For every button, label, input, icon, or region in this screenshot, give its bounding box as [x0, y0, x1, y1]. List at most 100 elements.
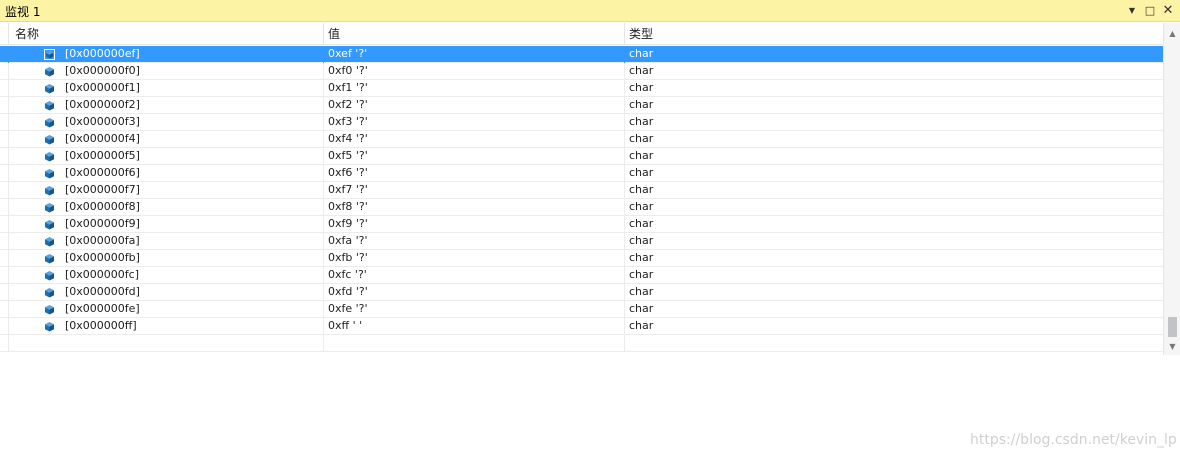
row-name: [0x000000f0]: [8, 63, 323, 80]
variable-cube-icon: [45, 118, 54, 128]
column-header-type[interactable]: 类型: [624, 23, 1163, 45]
table-row[interactable]: [0x000000f1] 0xf1 '?' char: [0, 80, 1163, 97]
row-type: char: [624, 165, 1162, 182]
variable-cube-icon: [45, 67, 54, 77]
table-row[interactable]: [0x000000f6] 0xf6 '?' char: [0, 165, 1163, 182]
variable-cube-icon: [45, 186, 54, 196]
variable-cube-icon: [45, 203, 54, 213]
row-name: [0x000000ef]: [8, 46, 323, 63]
watch-window-titlebar: 监视 1 ▼ □ ✕: [0, 0, 1180, 22]
row-name: [0x000000f8]: [8, 199, 323, 216]
row-name: [0x000000fa]: [8, 233, 323, 250]
row-value[interactable]: 0xf3 '?': [323, 114, 624, 131]
row-name: [0x000000f1]: [8, 80, 323, 97]
row-value[interactable]: 0xfd '?': [323, 284, 624, 301]
maximize-icon[interactable]: □: [1142, 3, 1158, 19]
variable-cube-icon: [45, 254, 54, 264]
table-row[interactable]: [0x000000f7] 0xf7 '?' char: [0, 182, 1163, 199]
table-row[interactable]: [0x000000ef] 0xef '?' char: [0, 46, 1163, 63]
watermark: https://blog.csdn.net/kevin_lp: [970, 432, 1177, 448]
table-row[interactable]: [0x000000f2] 0xf2 '?' char: [0, 97, 1163, 114]
row-type: char: [624, 97, 1162, 114]
row-name: [0x000000fd]: [8, 284, 323, 301]
window-title: 监视 1: [5, 5, 41, 19]
row-name: [0x000000ff]: [8, 318, 323, 335]
column-header-value[interactable]: 值: [323, 23, 624, 45]
table-row[interactable]: [0x000000f3] 0xf3 '?' char: [0, 114, 1163, 131]
row-type: char: [624, 233, 1162, 250]
row-name: [0x000000f4]: [8, 131, 323, 148]
row-name: [0x000000f5]: [8, 148, 323, 165]
row-type: char: [624, 284, 1162, 301]
row-value[interactable]: 0xfc '?': [323, 267, 624, 284]
row-value[interactable]: 0xf1 '?': [323, 80, 624, 97]
row-value[interactable]: 0xf7 '?': [323, 182, 624, 199]
row-type: char: [624, 148, 1162, 165]
row-value[interactable]: 0xf2 '?': [323, 97, 624, 114]
table-row[interactable]: [0x000000f9] 0xf9 '?' char: [0, 216, 1163, 233]
variable-cube-icon: [45, 135, 54, 145]
column-header: 名称 值 类型: [0, 23, 1163, 45]
row-value[interactable]: 0xf6 '?': [323, 165, 624, 182]
variable-cube-icon: [45, 271, 54, 281]
row-type: char: [624, 80, 1162, 97]
row-type: char: [624, 46, 1162, 63]
scroll-up-icon[interactable]: ▲: [1164, 25, 1180, 42]
row-type: char: [624, 63, 1162, 80]
variable-cube-icon: [45, 237, 54, 247]
row-value[interactable]: 0xf5 '?': [323, 148, 624, 165]
row-type: char: [624, 301, 1162, 318]
table-row[interactable]: [0x000000fd] 0xfd '?' char: [0, 284, 1163, 301]
row-name: [0x000000fc]: [8, 267, 323, 284]
column-header-name[interactable]: 名称: [8, 23, 323, 45]
table-row[interactable]: [0x000000fa] 0xfa '?' char: [0, 233, 1163, 250]
row-value[interactable]: 0xef '?': [323, 46, 624, 63]
row-name: [0x000000f2]: [8, 97, 323, 114]
watch-grid: [0x000000ef] 0xef '?' char [0x000000f0] 0xf0…: [0, 46, 1163, 352]
variable-cube-icon: [45, 220, 54, 230]
scrollbar-thumb[interactable]: [1168, 317, 1177, 337]
table-row[interactable]: [0x000000fb] 0xfb '?' char: [0, 250, 1163, 267]
row-type: char: [624, 216, 1162, 233]
row-type: char: [624, 114, 1162, 131]
table-row[interactable]: [0x000000f8] 0xf8 '?' char: [0, 199, 1163, 216]
empty-row[interactable]: [0, 335, 1163, 352]
variable-cube-icon: [45, 288, 54, 298]
row-value[interactable]: 0xf0 '?': [323, 63, 624, 80]
row-value[interactable]: 0xfe '?': [323, 301, 624, 318]
table-row[interactable]: [0x000000f0] 0xf0 '?' char: [0, 63, 1163, 80]
vertical-scrollbar[interactable]: ▲ ▼: [1163, 23, 1180, 355]
row-name: [0x000000f7]: [8, 182, 323, 199]
table-row[interactable]: [0x000000f4] 0xf4 '?' char: [0, 131, 1163, 148]
row-name: [0x000000f3]: [8, 114, 323, 131]
row-name: [0x000000fe]: [8, 301, 323, 318]
row-type: char: [624, 267, 1162, 284]
row-value[interactable]: 0xff ' ': [323, 318, 624, 335]
variable-cube-icon: [45, 84, 54, 94]
variable-cube-icon: [45, 305, 54, 315]
close-icon[interactable]: ✕: [1160, 3, 1176, 19]
row-type: char: [624, 199, 1162, 216]
row-value[interactable]: 0xfb '?': [323, 250, 624, 267]
row-type: char: [624, 250, 1162, 267]
table-row[interactable]: [0x000000fe] 0xfe '?' char: [0, 301, 1163, 318]
table-row[interactable]: [0x000000ff] 0xff ' ' char: [0, 318, 1163, 335]
row-name: [0x000000f9]: [8, 216, 323, 233]
variable-cube-icon: [45, 152, 54, 162]
row-value[interactable]: 0xfa '?': [323, 233, 624, 250]
row-value[interactable]: 0xf4 '?': [323, 131, 624, 148]
scroll-down-icon[interactable]: ▼: [1164, 338, 1180, 355]
row-value[interactable]: 0xf8 '?': [323, 199, 624, 216]
variable-cube-icon: [45, 169, 54, 179]
variable-cube-icon: [45, 101, 54, 111]
row-type: char: [624, 182, 1162, 199]
row-type: char: [624, 131, 1162, 148]
table-row[interactable]: [0x000000f5] 0xf5 '?' char: [0, 148, 1163, 165]
table-row[interactable]: [0x000000fc] 0xfc '?' char: [0, 267, 1163, 284]
row-name: [0x000000fb]: [8, 250, 323, 267]
row-name: [0x000000f6]: [8, 165, 323, 182]
dropdown-icon[interactable]: ▼: [1124, 3, 1140, 19]
variable-cube-icon: [45, 322, 54, 332]
row-value[interactable]: 0xf9 '?': [323, 216, 624, 233]
row-type: char: [624, 318, 1162, 335]
